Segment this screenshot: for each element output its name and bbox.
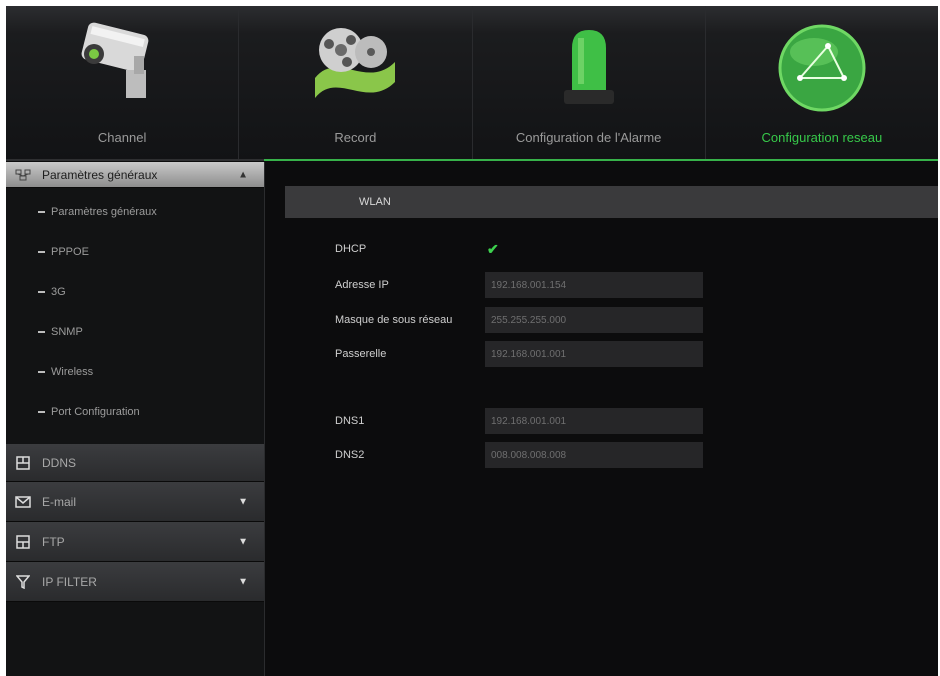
sidebar-item-label: Paramètres généraux xyxy=(51,206,157,218)
sidebar-item-label: 3G xyxy=(51,286,66,298)
dns1-row: DNS1 xyxy=(335,408,703,434)
tab-network-config[interactable]: Configuration reseau xyxy=(706,6,938,160)
dns2-label: DNS2 xyxy=(335,449,365,461)
sidebar-section-email-label: E-mail xyxy=(42,494,77,509)
gateway-input[interactable] xyxy=(485,341,703,367)
sidebar-item-pppoe[interactable]: PPPOE xyxy=(6,232,264,272)
ftp-icon xyxy=(14,534,32,550)
dns2-input[interactable] xyxy=(485,442,703,468)
sidebar-section-ipfilter[interactable]: IP FILTER ▼ xyxy=(6,562,264,602)
sidebar-item-label: PPPOE xyxy=(51,246,89,258)
top-navigation: Channel Record Configuration de l'Alarme xyxy=(6,6,938,160)
section-title: WLAN xyxy=(359,196,391,208)
gateway-label: Passerelle xyxy=(335,348,387,360)
sidebar-item-label: Port Configuration xyxy=(51,406,140,418)
sidebar: Paramètres généraux ▲ Paramètres générau… xyxy=(6,162,265,676)
sidebar-item-label: Wireless xyxy=(51,366,94,378)
dhcp-row: DHCP ✔ xyxy=(335,236,499,262)
sidebar-item-general-settings[interactable]: Paramètres généraux xyxy=(6,192,264,232)
ip-address-input[interactable] xyxy=(485,272,703,298)
dns2-row: DNS2 xyxy=(335,442,703,468)
sidebar-section-ftp-label: FTP xyxy=(42,534,65,549)
tab-channel-label: Channel xyxy=(97,130,147,145)
alarm-beacon-icon xyxy=(563,30,614,104)
mask-row: Masque de sous réseau xyxy=(335,307,703,333)
main-panel: WLAN DHCP ✔ Adresse IP Masque de sous ré… xyxy=(265,162,938,676)
chevron-down-icon: ▼ xyxy=(238,576,248,587)
film-reel-icon xyxy=(315,28,396,98)
ip-row: Adresse IP xyxy=(335,272,703,298)
sidebar-section-ftp[interactable]: FTP ▼ xyxy=(6,522,264,562)
mask-label: Masque de sous réseau xyxy=(335,314,453,326)
subnet-mask-input[interactable] xyxy=(485,307,703,333)
tab-alarm-config-label: Configuration de l'Alarme xyxy=(515,130,662,145)
sidebar-item-port-configuration[interactable]: Port Configuration xyxy=(6,392,264,432)
network-globe-icon xyxy=(778,24,866,112)
sidebar-section-general[interactable]: Paramètres généraux ▲ xyxy=(6,162,264,188)
envelope-icon xyxy=(14,494,32,510)
chevron-down-icon: ▼ xyxy=(238,496,248,507)
gateway-row: Passerelle xyxy=(335,341,703,367)
dns1-input[interactable] xyxy=(485,408,703,434)
sidebar-section-ddns-label: DDNS xyxy=(42,455,77,470)
filter-icon xyxy=(14,574,32,590)
tab-channel[interactable]: Channel xyxy=(6,6,240,160)
sidebar-section-general-label: Paramètres généraux xyxy=(42,167,158,182)
ip-label: Adresse IP xyxy=(335,279,389,291)
chevron-down-icon: ▼ xyxy=(238,536,248,547)
sidebar-item-label: SNMP xyxy=(51,326,83,338)
tab-record-label: Record xyxy=(334,130,377,145)
sidebar-item-snmp[interactable]: SNMP xyxy=(6,312,264,352)
nav-divider xyxy=(6,159,938,161)
sidebar-section-ipfilter-label: IP FILTER xyxy=(42,574,97,589)
dns1-label: DNS1 xyxy=(335,415,365,427)
network-icon xyxy=(14,167,32,183)
dhcp-label: DHCP xyxy=(335,243,367,255)
ddns-icon xyxy=(14,455,32,471)
sidebar-section-email[interactable]: E-mail ▼ xyxy=(6,482,264,522)
chevron-up-icon: ▲ xyxy=(238,169,248,180)
dvr-settings-window: Channel Record Configuration de l'Alarme xyxy=(6,6,938,676)
sidebar-item-3g[interactable]: 3G xyxy=(6,272,264,312)
section-header-wlan: WLAN xyxy=(285,186,938,218)
camera-icon xyxy=(81,22,149,98)
sidebar-item-wireless[interactable]: Wireless xyxy=(6,352,264,392)
tab-network-config-label: Configuration reseau xyxy=(761,130,883,145)
sidebar-section-ddns[interactable]: DDNS xyxy=(6,444,264,482)
tab-alarm-config[interactable]: Configuration de l'Alarme xyxy=(473,6,706,160)
dhcp-checkbox[interactable]: ✔ xyxy=(487,241,499,258)
tab-record[interactable]: Record xyxy=(239,6,473,160)
